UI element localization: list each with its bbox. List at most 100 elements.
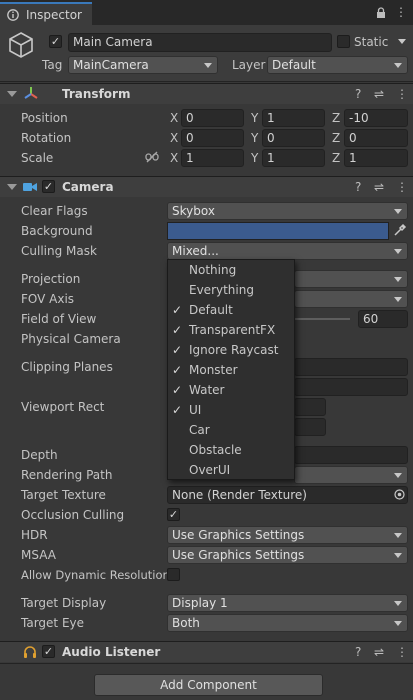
checkmark-icon: ✓ (172, 363, 183, 377)
axis-x-label: X (170, 151, 179, 165)
preset-sliders-icon[interactable]: ⇌ (374, 645, 384, 659)
divider (0, 663, 413, 664)
component-menu-icon[interactable]: ⋮ (396, 645, 408, 659)
culling-mask-option-label: Obstacle (189, 443, 242, 457)
culling-mask-option[interactable]: ✓ UI (168, 400, 294, 420)
layer-value: Default (272, 58, 316, 72)
axis-y-label: Y (251, 111, 259, 125)
target-eye-value: Both (172, 616, 200, 630)
camera-enabled-checkbox[interactable]: ✓ (42, 180, 55, 193)
target-display-dropdown[interactable]: Display 1 (167, 594, 408, 612)
target-texture-value: None (Render Texture) (172, 488, 307, 502)
layer-label: Layer (232, 58, 266, 72)
tab-inspector[interactable]: Inspector (0, 2, 92, 25)
culling-mask-option-label: Water (189, 383, 225, 397)
transform-fold-arrow[interactable] (7, 91, 17, 97)
background-label: Background (21, 224, 93, 238)
gameobject-active-checkbox[interactable]: ✓ (49, 35, 62, 48)
msaa-value: Use Graphics Settings (172, 548, 305, 562)
audio-listener-header[interactable]: ✓ Audio Listener ? ⇌ ⋮ (0, 641, 413, 662)
camera-header[interactable]: ✓ Camera ? ⇌ ⋮ (0, 176, 413, 197)
culling-mask-option[interactable]: ✓ TransparentFX (168, 320, 294, 340)
position-y-field[interactable]: 1 (262, 109, 325, 127)
culling-mask-option-label: Car (189, 423, 210, 437)
occlusion-culling-checkbox[interactable]: ✓ (167, 508, 180, 521)
fov-axis-label: FOV Axis (21, 292, 75, 306)
culling-mask-option[interactable]: ✓ Water (168, 380, 294, 400)
rendering-path-dropdown[interactable] (294, 466, 408, 484)
field-of-view-input[interactable]: 60 (358, 310, 408, 328)
culling-mask-option-label: Nothing (189, 263, 237, 277)
component-menu-icon[interactable]: ⋮ (396, 87, 408, 101)
rotation-z-field[interactable]: 0 (344, 129, 408, 147)
rotation-y-field[interactable]: 0 (262, 129, 325, 147)
scale-y-field[interactable]: 1 (262, 149, 325, 167)
culling-mask-option[interactable]: ✓ Default (168, 300, 294, 320)
help-icon[interactable]: ? (355, 180, 361, 194)
target-texture-label: Target Texture (21, 488, 106, 502)
preset-sliders-icon[interactable]: ⇌ (374, 180, 384, 194)
help-icon[interactable]: ? (355, 87, 361, 101)
scale-x-field[interactable]: 1 (181, 149, 244, 167)
static-checkbox[interactable] (337, 35, 350, 48)
culling-mask-option-label: TransparentFX (189, 323, 276, 337)
axis-z-label: Z (332, 151, 341, 165)
audio-listener-title: Audio Listener (62, 645, 161, 659)
audio-listener-enabled-checkbox[interactable]: ✓ (42, 645, 55, 658)
culling-mask-option[interactable]: Everything (168, 280, 294, 300)
background-color-swatch[interactable] (167, 222, 389, 240)
projection-dropdown[interactable] (294, 270, 408, 288)
rotation-x-field[interactable]: 0 (181, 129, 244, 147)
transform-title: Transform (62, 87, 131, 101)
culling-mask-dropdown[interactable]: Mixed... (167, 242, 408, 260)
tag-value: MainCamera (73, 58, 149, 72)
msaa-dropdown[interactable]: Use Graphics Settings (167, 546, 408, 564)
fov-slider-track[interactable] (294, 318, 350, 320)
msaa-label: MSAA (21, 548, 56, 562)
clipping-far-field[interactable] (294, 378, 408, 396)
transform-header[interactable]: Transform ? ⇌ ⋮ (0, 83, 413, 104)
culling-mask-popup: Nothing Everything ✓ Default ✓ TransparentFX ✓… (167, 259, 295, 480)
help-icon[interactable]: ? (355, 645, 361, 659)
fov-axis-dropdown[interactable] (294, 290, 408, 308)
culling-mask-option[interactable]: Nothing (168, 260, 294, 280)
dynamic-resolution-checkbox[interactable] (167, 568, 180, 581)
scale-z-field[interactable]: 1 (344, 149, 408, 167)
culling-mask-option[interactable]: Car (168, 420, 294, 440)
hdr-label: HDR (21, 528, 48, 542)
eyedropper-icon[interactable] (393, 223, 407, 237)
culling-mask-option[interactable]: Obstacle (168, 440, 294, 460)
tag-dropdown[interactable]: MainCamera (68, 56, 218, 74)
culling-mask-option-label: Monster (189, 363, 238, 377)
static-dropdown-arrow[interactable] (398, 39, 406, 44)
clipping-near-field[interactable] (294, 358, 408, 376)
target-texture-field[interactable]: None (Render Texture) (167, 486, 408, 504)
culling-mask-option[interactable]: ✓ Ignore Raycast (168, 340, 294, 360)
position-label: Position (21, 111, 68, 125)
target-eye-dropdown[interactable]: Both (167, 614, 408, 632)
position-z-field[interactable]: -10 (344, 109, 408, 127)
viewport-w-field[interactable] (294, 418, 326, 436)
component-menu-icon[interactable]: ⋮ (396, 180, 408, 194)
gameobject-name-input[interactable]: Main Camera (68, 33, 332, 52)
position-x-field[interactable]: 0 (181, 109, 244, 127)
culling-mask-option[interactable]: OverUI (168, 460, 294, 480)
depth-field[interactable] (294, 446, 408, 464)
add-component-button[interactable]: Add Component (94, 674, 323, 696)
viewport-x-field[interactable] (294, 398, 326, 416)
scale-label: Scale (21, 151, 54, 165)
layer-dropdown[interactable]: Default (267, 56, 408, 74)
camera-fold-arrow[interactable] (7, 184, 17, 190)
clear-flags-dropdown[interactable]: Skybox (167, 202, 408, 220)
kebab-menu-icon[interactable]: ⋮ (395, 5, 407, 19)
unlinked-scale-icon[interactable] (145, 151, 159, 163)
projection-label: Projection (21, 272, 81, 286)
lock-icon[interactable] (376, 7, 386, 19)
hdr-dropdown[interactable]: Use Graphics Settings (167, 526, 408, 544)
target-display-value: Display 1 (172, 596, 228, 610)
checkmark-icon: ✓ (172, 323, 183, 337)
preset-sliders-icon[interactable]: ⇌ (374, 87, 384, 101)
culling-mask-option-label: Default (189, 303, 233, 317)
culling-mask-option[interactable]: ✓ Monster (168, 360, 294, 380)
object-picker-icon[interactable] (394, 489, 405, 500)
